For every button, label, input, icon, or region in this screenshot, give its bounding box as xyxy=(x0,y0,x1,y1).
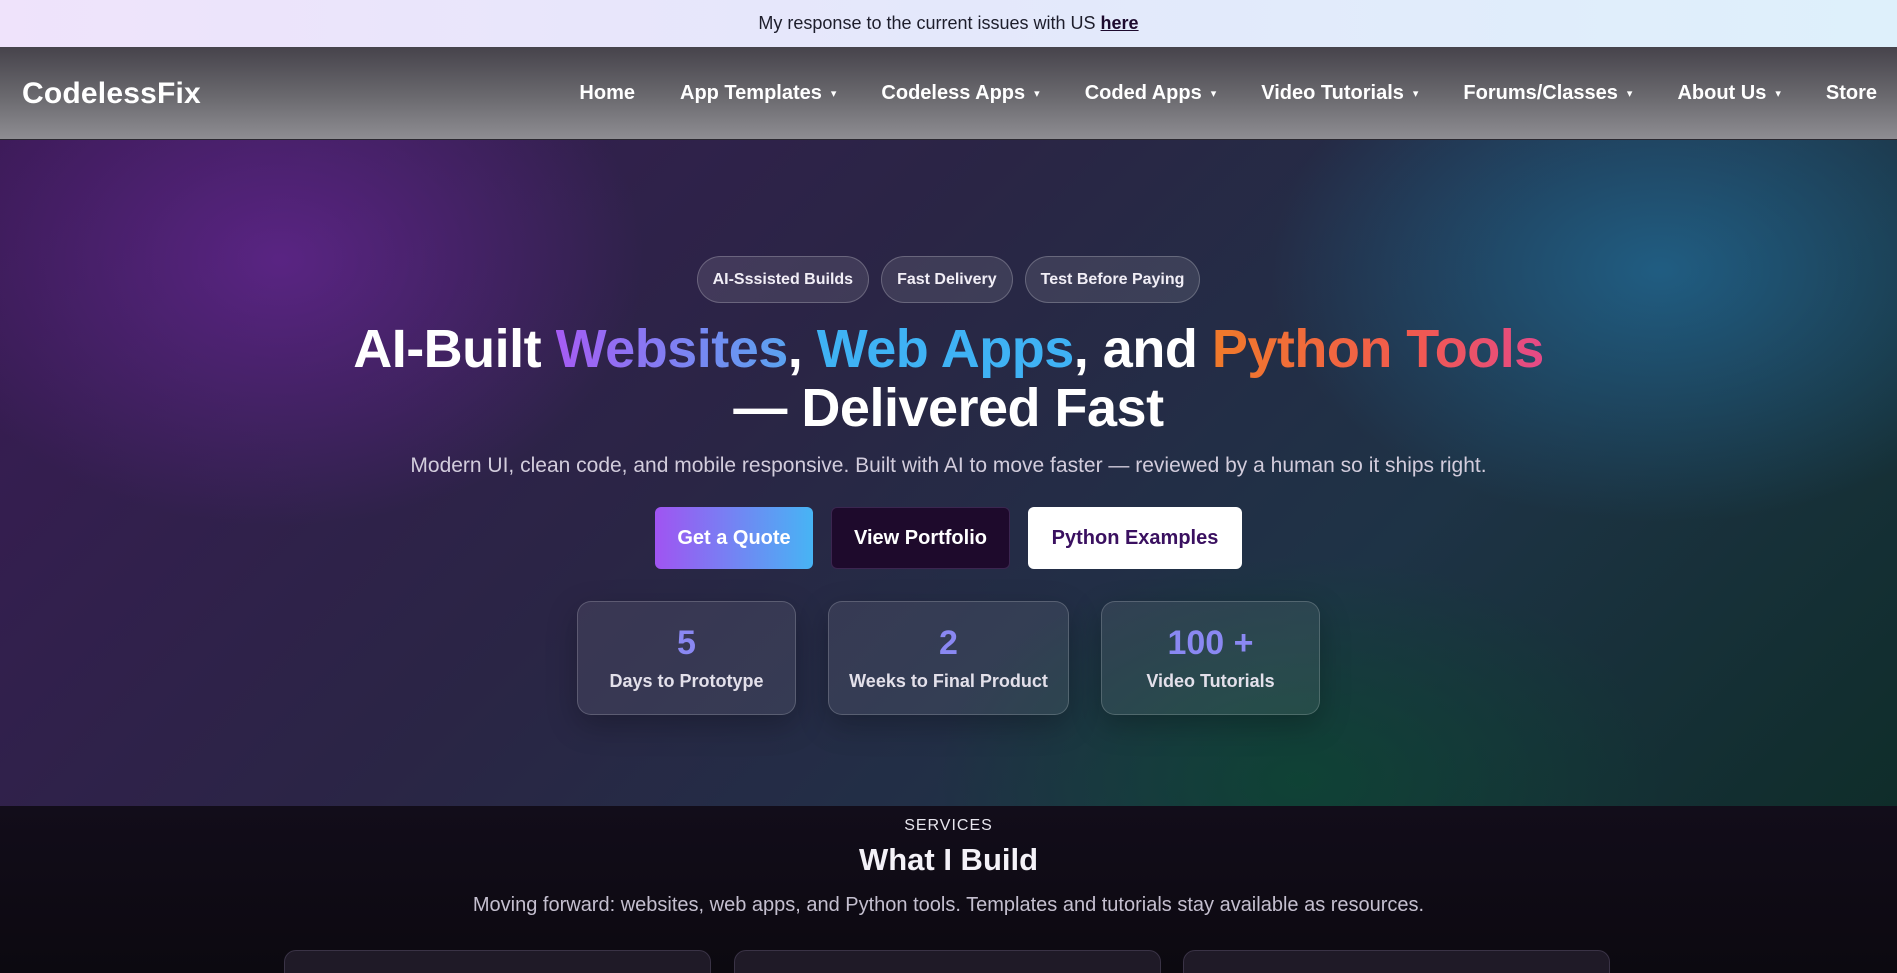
announcement-text: My response to the current issues with U… xyxy=(758,13,1096,33)
cta-buttons: Get a Quote View Portfolio Python Exampl… xyxy=(0,507,1897,569)
nav-item-coded-apps[interactable]: Coded Apps ▾ xyxy=(1085,82,1217,105)
caret-down-icon: ▾ xyxy=(1775,88,1781,100)
caret-down-icon: ▾ xyxy=(1034,88,1040,100)
nav-item-about-us[interactable]: About Us ▾ xyxy=(1677,82,1780,105)
hero-headline: AI-Built Websites, Web Apps, and Python … xyxy=(0,320,1897,438)
headline-python-tools: Python Tools xyxy=(1211,319,1544,379)
feature-pill: AI-Sssisted Builds xyxy=(696,256,870,303)
feature-pill: Test Before Paying xyxy=(1024,256,1201,303)
services-eyebrow: SERVICES xyxy=(904,817,993,834)
headline-line2: — Delivered Fast xyxy=(733,378,1164,438)
nav-item-label: Video Tutorials xyxy=(1261,82,1404,104)
service-card[interactable] xyxy=(284,950,711,973)
stat-card: 5 Days to Prototype xyxy=(577,601,796,715)
nav-item-label: Forums/Classes xyxy=(1463,82,1618,104)
view-portfolio-button[interactable]: View Portfolio xyxy=(831,507,1010,569)
service-card[interactable] xyxy=(734,950,1161,973)
feature-pills: AI-Sssisted Builds Fast Delivery Test Be… xyxy=(0,256,1897,303)
caret-down-icon: ▾ xyxy=(1626,88,1633,100)
stat-label: Days to Prototype xyxy=(609,671,764,691)
caret-down-icon: ▾ xyxy=(1412,88,1419,100)
nav-item-label: Store xyxy=(1825,82,1877,104)
announcement-link[interactable]: here xyxy=(1101,13,1139,34)
stat-card: 2 Weeks to Final Product xyxy=(828,601,1069,715)
headline-webapps: Web Apps xyxy=(816,319,1075,379)
stat-label: Weeks to Final Product xyxy=(849,671,1048,691)
nav-item-forums-classes[interactable]: Forums/Classes ▾ xyxy=(1463,82,1632,105)
feature-pill: Fast Delivery xyxy=(881,256,1013,303)
stat-card: 100 + Video Tutorials xyxy=(1101,601,1320,715)
stat-label: Video Tutorials xyxy=(1146,671,1275,691)
headline-part: , and xyxy=(1073,319,1212,379)
nav-item-codeless-apps[interactable]: Codeless Apps ▾ xyxy=(881,82,1039,105)
caret-down-icon: ▾ xyxy=(830,88,837,100)
get-quote-button[interactable]: Get a Quote xyxy=(655,507,813,569)
nav-item-store[interactable]: Store xyxy=(1826,82,1877,105)
nav-item-label: Codeless Apps xyxy=(881,82,1026,104)
stat-value: 5 xyxy=(677,624,696,662)
stat-value: 2 xyxy=(939,624,958,662)
hero-subtitle: Modern UI, clean code, and mobile respon… xyxy=(410,454,1487,477)
announcement-bar: My response to the current issues with U… xyxy=(0,0,1897,47)
nav-item-label: App Templates xyxy=(680,82,822,104)
nav-menu: Home App Templates ▾ Codeless Apps ▾ Cod… xyxy=(534,47,1877,140)
services-title: What I Build xyxy=(858,842,1039,877)
navbar: CodelessFix Home App Templates ▾ Codeles… xyxy=(0,47,1897,140)
headline-part: , xyxy=(787,319,817,379)
headline-websites: Websites xyxy=(555,319,789,379)
nav-item-home[interactable]: Home xyxy=(579,82,635,105)
nav-item-label: About Us xyxy=(1677,82,1767,104)
brand-logo[interactable]: CodelessFix xyxy=(22,77,201,111)
nav-item-app-templates[interactable]: App Templates ▾ xyxy=(680,82,836,105)
nav-item-video-tutorials[interactable]: Video Tutorials ▾ xyxy=(1261,82,1418,105)
hero-section: AI-Sssisted Builds Fast Delivery Test Be… xyxy=(0,140,1897,806)
services-section: SERVICES What I Build Moving forward: we… xyxy=(0,806,1897,973)
service-card[interactable] xyxy=(1183,950,1610,973)
caret-down-icon: ▾ xyxy=(1210,88,1217,100)
headline-part: AI-Built xyxy=(353,319,556,379)
nav-item-label: Coded Apps xyxy=(1084,82,1202,104)
nav-item-label: Home xyxy=(579,82,635,104)
python-examples-button[interactable]: Python Examples xyxy=(1028,507,1242,569)
stat-value: 100 + xyxy=(1167,624,1254,662)
stats-row: 5 Days to Prototype 2 Weeks to Final Pro… xyxy=(0,601,1897,715)
services-subtitle: Moving forward: websites, web apps, and … xyxy=(472,894,1425,916)
